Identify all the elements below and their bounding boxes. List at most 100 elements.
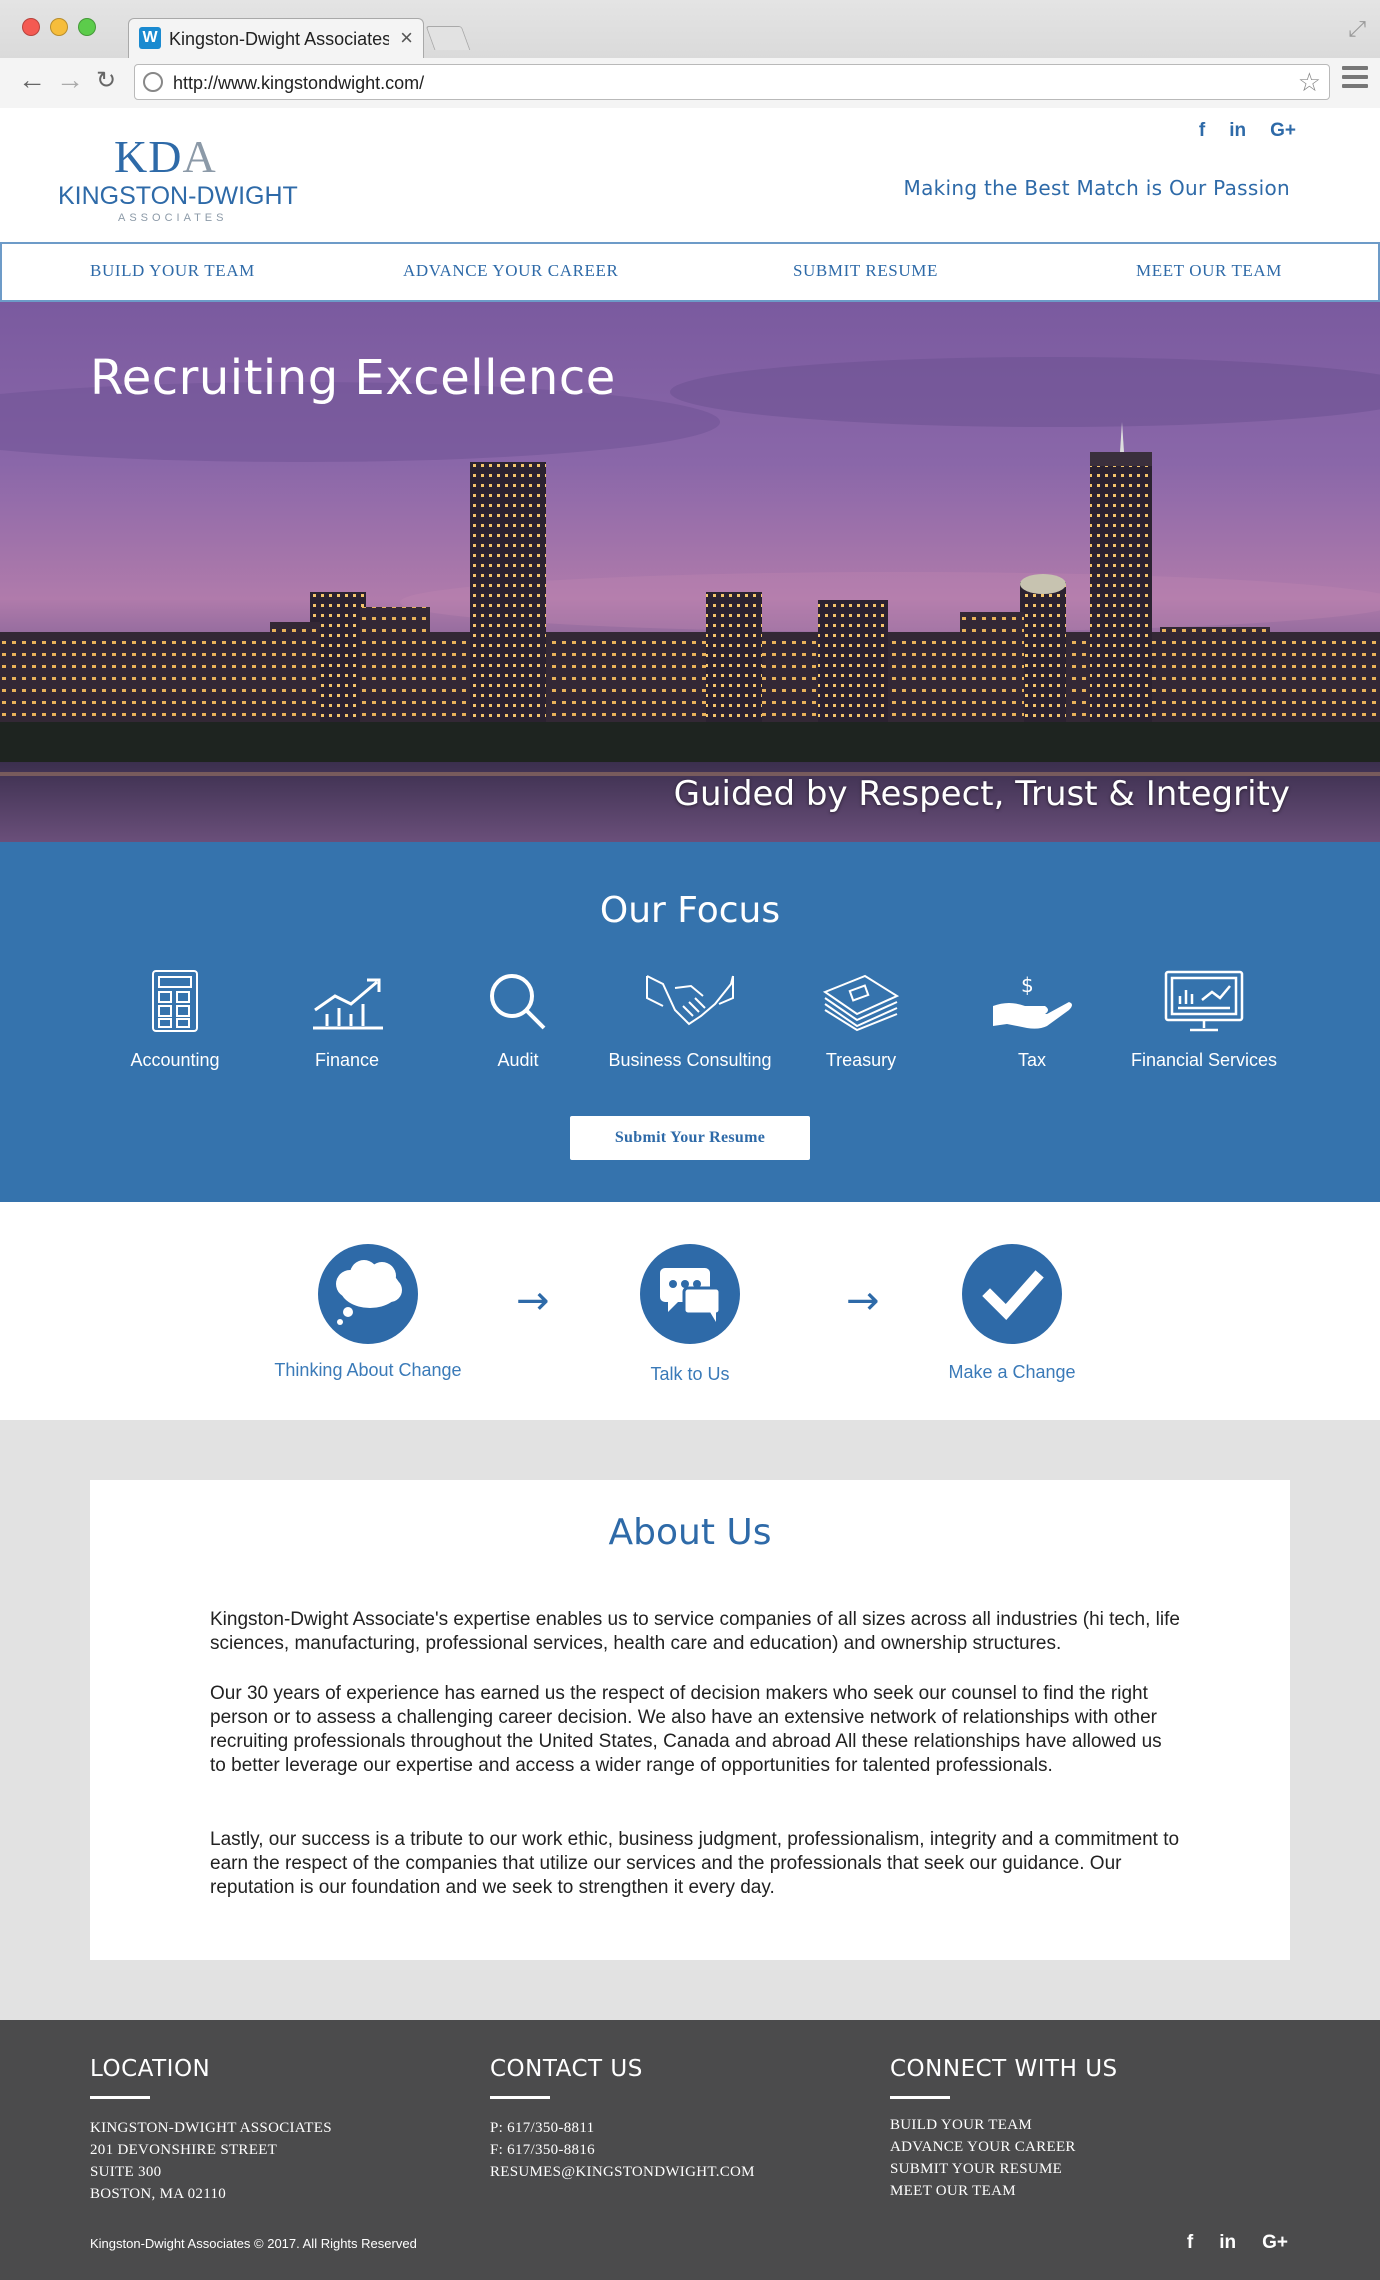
browser-tab[interactable]: W Kingston-Dwight Associates × bbox=[128, 18, 424, 58]
step-circle bbox=[962, 1244, 1062, 1344]
checkmark-icon bbox=[982, 1270, 1044, 1321]
hero-subtitle: Guided by Respect, Trust & Integrity bbox=[673, 774, 1290, 814]
focus-item-business-consulting[interactable]: Business Consulting bbox=[600, 970, 780, 1071]
focus-label: Tax bbox=[1017, 1050, 1046, 1070]
url-text[interactable]: http://www.kingstondwight.com/ bbox=[173, 73, 424, 94]
google-plus-icon[interactable]: G+ bbox=[1270, 120, 1296, 142]
hero-title: Recruiting Excellence bbox=[90, 350, 616, 406]
about-paragraph: Kingston-Dwight Associate's expertise en… bbox=[210, 1609, 1180, 1654]
thought-bubble-icon bbox=[336, 1260, 402, 1325]
phone-number[interactable]: P: 617/350-8811 bbox=[490, 2117, 755, 2139]
reload-icon[interactable]: ↻ bbox=[96, 66, 116, 95]
svg-text:$: $ bbox=[1021, 973, 1034, 997]
nav-submit-resume[interactable]: SUBMIT RESUME bbox=[793, 261, 938, 281]
chat-icon bbox=[660, 1268, 722, 1322]
focus-item-financial-services[interactable]: Financial Services bbox=[1114, 970, 1294, 1071]
email-link[interactable]: RESUMES@KINGSTONDWIGHT.COM bbox=[490, 2161, 755, 2183]
browser-menu-icon[interactable] bbox=[1342, 66, 1368, 93]
focus-item-tax[interactable]: $ Tax bbox=[942, 970, 1122, 1071]
globe-icon bbox=[143, 72, 163, 92]
focus-label: Audit bbox=[497, 1050, 539, 1070]
bookmark-star-icon[interactable]: ☆ bbox=[1298, 67, 1321, 98]
footer-divider bbox=[890, 2096, 950, 2099]
new-tab-button[interactable] bbox=[425, 26, 471, 50]
nav-advance-your-career[interactable]: ADVANCE YOUR CAREER bbox=[403, 261, 618, 281]
main-nav: BUILD YOUR TEAM ADVANCE YOUR CAREER SUBM… bbox=[0, 242, 1380, 302]
footer-link-advance-your-career[interactable]: ADVANCE YOUR CAREER bbox=[890, 2136, 1118, 2158]
footer-heading: LOCATION bbox=[90, 2056, 211, 2082]
step-thinking-about-change[interactable]: Thinking About Change bbox=[248, 1244, 488, 1381]
focus-section: Our Focus Accounting Finance Audit Busin… bbox=[0, 842, 1380, 1202]
about-paragraph: Our 30 years of experience has earned us… bbox=[210, 1683, 1162, 1776]
step-circle bbox=[318, 1244, 418, 1344]
footer-line: SUITE 300 bbox=[90, 2164, 162, 2180]
about-card: About Us Kingston-Dwight Associate's exp… bbox=[90, 1480, 1290, 1960]
step-label: Thinking About Change bbox=[274, 1360, 462, 1380]
submit-resume-button[interactable]: Submit Your Resume bbox=[570, 1116, 810, 1160]
focus-label: Finance bbox=[314, 1050, 380, 1070]
footer-link-submit-your-resume[interactable]: SUBMIT YOUR RESUME bbox=[890, 2158, 1118, 2180]
logo[interactable]: KDA KINGSTON-DWIGHT ASSOCIATES bbox=[58, 130, 298, 224]
tab-title: Kingston-Dwight Associates bbox=[169, 29, 389, 49]
footer-location: LOCATION KINGSTON-DWIGHT ASSOCIATES 201 … bbox=[90, 2056, 332, 2205]
magnifier-icon bbox=[490, 974, 546, 1030]
step-circle bbox=[640, 1244, 740, 1344]
money-stack-icon bbox=[822, 974, 900, 1032]
focus-title: Our Focus bbox=[599, 890, 781, 931]
chart-icon bbox=[313, 978, 383, 1030]
process-section: Thinking About Change → Talk to Us → Mak… bbox=[0, 1202, 1380, 1420]
forward-arrow-icon[interactable]: → bbox=[56, 64, 84, 96]
footer-divider bbox=[90, 2096, 150, 2099]
focus-item-treasury[interactable]: Treasury bbox=[771, 970, 951, 1071]
logo-subtitle: ASSOCIATES bbox=[118, 212, 228, 224]
hero-banner: Recruiting Excellence Guided by Respect,… bbox=[0, 302, 1380, 842]
logo-name: KINGSTON-DWIGHT bbox=[58, 182, 298, 210]
arrow-right-icon: → bbox=[516, 1278, 550, 1324]
favicon-icon: W bbox=[139, 27, 161, 49]
linkedin-icon[interactable]: in bbox=[1229, 120, 1246, 142]
focus-label: Treasury bbox=[825, 1050, 897, 1070]
close-window-button[interactable] bbox=[22, 18, 40, 36]
nav-build-your-team[interactable]: BUILD YOUR TEAM bbox=[90, 261, 255, 281]
hand-dollar-icon: $ bbox=[993, 973, 1072, 1029]
focus-item-accounting[interactable]: Accounting bbox=[85, 970, 265, 1071]
browser-chrome: W Kingston-Dwight Associates × ⤢ ← → ↻ h… bbox=[0, 0, 1380, 108]
focus-label: Business Consulting bbox=[608, 1050, 772, 1070]
about-title: About Us bbox=[608, 1512, 772, 1553]
google-plus-icon[interactable]: G+ bbox=[1262, 2232, 1288, 2254]
maximize-window-button[interactable] bbox=[78, 18, 96, 36]
focus-item-finance[interactable]: Finance bbox=[257, 970, 437, 1071]
focus-label: Accounting bbox=[130, 1050, 220, 1070]
facebook-icon[interactable]: f bbox=[1187, 2232, 1193, 2254]
footer-link-meet-our-team[interactable]: MEET OUR TEAM bbox=[890, 2180, 1118, 2202]
fullscreen-icon[interactable]: ⤢ bbox=[1348, 16, 1366, 42]
step-make-a-change[interactable]: Make a Change bbox=[892, 1244, 1132, 1383]
back-arrow-icon[interactable]: ← bbox=[18, 64, 46, 96]
step-label: Talk to Us bbox=[650, 1364, 730, 1384]
browser-toolbar: ← → ↻ http://www.kingstondwight.com/ ☆ bbox=[0, 58, 1380, 108]
linkedin-icon[interactable]: in bbox=[1219, 2232, 1236, 2254]
handshake-icon bbox=[646, 975, 734, 1026]
about-section: About Us Kingston-Dwight Associate's exp… bbox=[0, 1420, 1380, 2020]
footer-link-build-your-team[interactable]: BUILD YOUR TEAM bbox=[890, 2114, 1118, 2136]
tab-close-icon[interactable]: × bbox=[400, 25, 413, 51]
copyright: Kingston-Dwight Associates © 2017. All R… bbox=[90, 2236, 417, 2251]
social-links-footer: f in G+ bbox=[1187, 2232, 1288, 2254]
site-footer: LOCATION KINGSTON-DWIGHT ASSOCIATES 201 … bbox=[0, 2020, 1380, 2280]
focus-item-audit[interactable]: Audit bbox=[428, 970, 608, 1071]
calculator-icon bbox=[152, 970, 198, 1032]
monitor-chart-icon bbox=[1164, 970, 1244, 1032]
step-talk-to-us[interactable]: Talk to Us bbox=[570, 1244, 810, 1385]
footer-line: 201 DEVONSHIRE STREET bbox=[90, 2142, 278, 2158]
footer-divider bbox=[490, 2096, 550, 2099]
minimize-window-button[interactable] bbox=[50, 18, 68, 36]
nav-meet-our-team[interactable]: MEET OUR TEAM bbox=[1136, 261, 1282, 281]
address-bar[interactable]: http://www.kingstondwight.com/ ☆ bbox=[134, 64, 1330, 100]
footer-connect: CONNECT WITH US BUILD YOUR TEAM ADVANCE … bbox=[890, 2056, 1118, 2202]
logo-mark: KDA bbox=[114, 131, 217, 182]
footer-line: BOSTON, MA 02110 bbox=[90, 2186, 227, 2202]
tagline: Making the Best Match is Our Passion bbox=[903, 176, 1290, 200]
facebook-icon[interactable]: f bbox=[1199, 120, 1205, 142]
footer-contact: CONTACT US P: 617/350-8811 F: 617/350-88… bbox=[490, 2056, 755, 2183]
footer-heading: CONTACT US bbox=[490, 2056, 643, 2082]
